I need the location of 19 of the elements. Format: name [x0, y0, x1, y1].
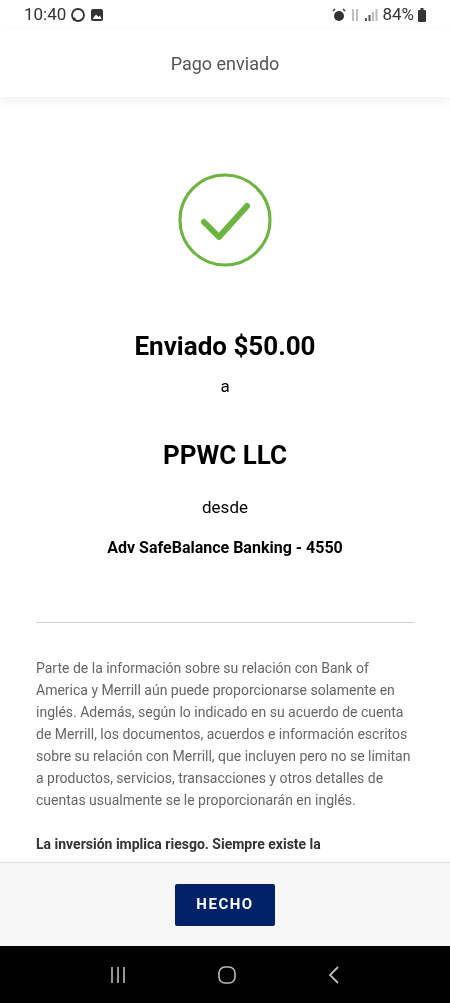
status-time: 10:40: [24, 3, 67, 27]
back-icon[interactable]: [327, 964, 341, 985]
page-title: Pago enviado: [170, 52, 280, 76]
to-label: a: [220, 375, 230, 398]
disclosure-paragraph: La inversión implica riesgo. Siempre existe la: [36, 835, 322, 854]
amount-sent: Enviado $50.00: [134, 330, 316, 363]
signal-icon: [364, 8, 379, 22]
account-name: Adv SafeBalance Banking - 4550: [107, 537, 343, 559]
recipient-name: PPWC LLC: [162, 438, 288, 472]
from-label: desde: [202, 495, 248, 519]
battery-icon: [418, 8, 426, 22]
checkmark-circle-icon: [178, 173, 272, 267]
disclosure-paragraph: Parte de la información sobre su relación con Bank of America y Merrill aún puede proporcionarse solamente en inglés. Además, según lo indicado en su acuerdo de cuenta de Merrill, los documentos, acuerdos e información escritos sobre su relación con Merrill, que incluyen pero no se limitan a productos, servicios, transacciones y otros detalles de cuentas usualmente se le proporcionarán en inglés.: [36, 659, 412, 810]
image-icon: [90, 8, 105, 22]
battery-level: 84%: [382, 3, 414, 27]
alarm-icon: [332, 8, 347, 22]
home-icon[interactable]: [217, 964, 237, 985]
recent-apps-icon[interactable]: [109, 965, 127, 984]
done-button[interactable]: HECHO: [175, 883, 275, 926]
